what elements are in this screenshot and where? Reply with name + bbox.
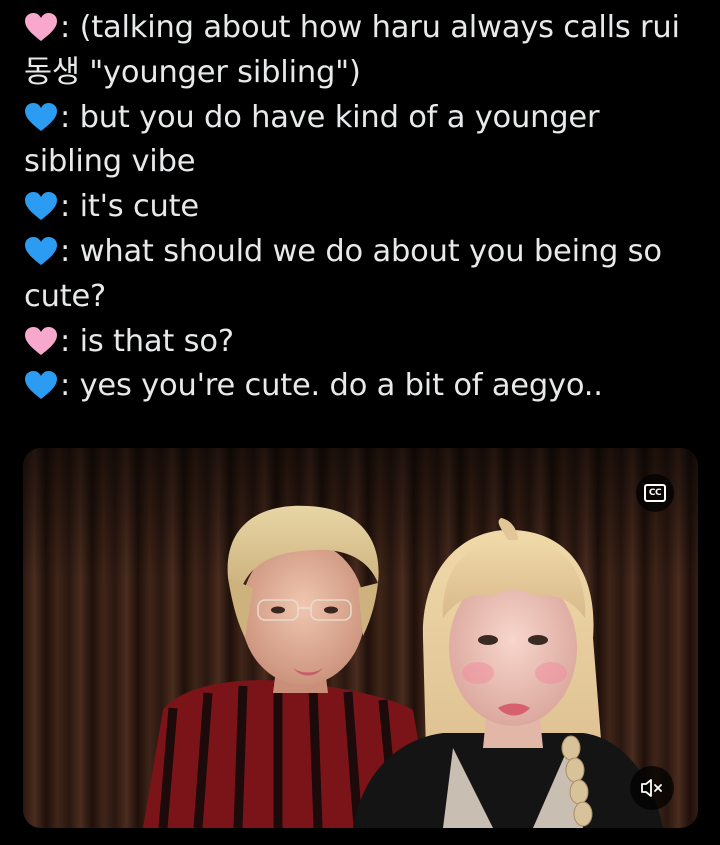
blue-heart-icon <box>25 192 57 221</box>
video-player[interactable]: CC <box>23 448 698 828</box>
tweet-line-text: : but you do have kind of a younger <box>60 99 600 135</box>
tweet-line-text: : what should we do about you being so <box>60 233 662 269</box>
tweet-line: cute? <box>24 275 704 320</box>
tweet-line-text: : yes you're cute. do a bit of aegyo.. <box>60 368 603 404</box>
tweet-line: : (talking about how haru always calls r… <box>24 6 704 51</box>
pink-heart-icon <box>25 13 57 41</box>
tweet-text: : (talking about how haru always calls r… <box>24 6 704 409</box>
tweet-line: : is that so? <box>24 320 704 365</box>
closed-captions-icon: CC <box>644 484 666 502</box>
tweet-line-text: : (talking about how haru always calls r… <box>60 10 680 45</box>
tweet-line: : what should we do about you being so <box>24 230 704 275</box>
tweet-line-text: cute? <box>24 278 107 314</box>
unmute-button[interactable] <box>630 766 674 810</box>
tweet-line: : it's cute <box>24 185 704 230</box>
blue-heart-icon <box>25 371 57 400</box>
tweet-line-text: : it's cute <box>60 189 199 225</box>
pink-heart-icon <box>25 326 57 355</box>
tweet-line-text: 동생 "younger sibling") <box>24 54 361 90</box>
blue-heart-icon <box>25 236 57 265</box>
tweet-line: : but you do have kind of a younger <box>24 96 704 141</box>
captions-button[interactable]: CC <box>636 474 674 512</box>
tweet-line-text: : is that so? <box>60 323 234 359</box>
tweet-line: 동생 "younger sibling") <box>24 51 704 96</box>
tweet-line-text: sibling vibe <box>24 144 196 180</box>
tweet-line: : yes you're cute. do a bit of aegyo.. <box>24 364 704 409</box>
video-frame <box>23 448 698 828</box>
muted-speaker-icon <box>641 779 662 797</box>
tweet-line: sibling vibe <box>24 140 704 185</box>
blue-heart-icon <box>25 102 57 131</box>
